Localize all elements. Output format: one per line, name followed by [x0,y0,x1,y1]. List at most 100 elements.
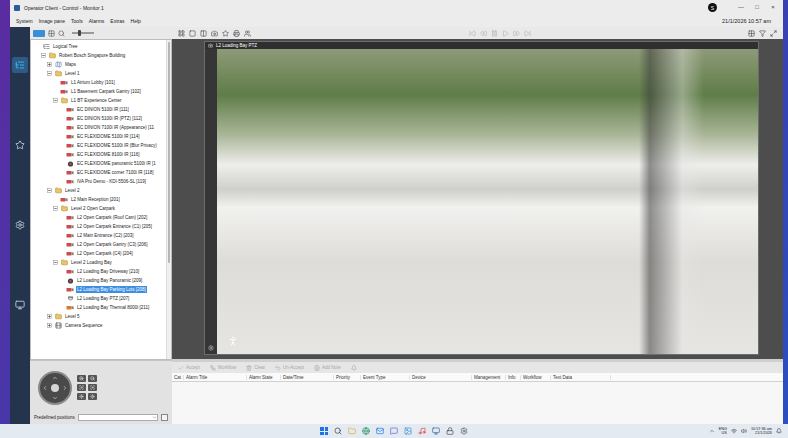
tree-row[interactable]: Maps [31,60,166,69]
collapse-icon[interactable] [41,53,46,58]
tile-settings-icon[interactable] [208,345,214,351]
tree-label[interactable]: EC DINION 7100i IR (Appearance) [11 [76,124,155,131]
preset-button[interactable] [161,414,168,421]
expand-icon[interactable] [47,323,52,328]
window-control[interactable]: × [767,4,779,11]
tree-row[interactable]: L2 Open Carpark (Roof Cam) [202] [31,213,166,222]
tree-row[interactable]: Robert Bosch Singapore Building [31,51,166,60]
tree-row[interactable]: Camera Sequence [31,321,166,330]
tree-label[interactable]: L2 Open Carpark Gantry (C3) [206] [76,241,149,248]
tree-label[interactable]: Level 1 [64,70,81,77]
tree-label[interactable]: L2 Open Carpark Entrance (C1) [205] [76,223,153,230]
tree-row[interactable]: Level 1 [31,69,166,78]
left-arrow-icon[interactable] [42,385,48,391]
tree-label[interactable]: L1 Atrium Lobby [101] [70,79,116,86]
taskbar-app[interactable] [432,427,440,435]
wifi-icon[interactable] [731,428,737,434]
focus-button[interactable] [77,384,86,391]
tree-label[interactable]: Level 2 [64,187,81,194]
tree-label[interactable]: Level 2 Loading Bay [70,259,113,266]
taskbar-app[interactable] [348,427,356,435]
tree-row[interactable]: L2 Loading Bay Parking Lots [208] [31,285,166,294]
alarm-action-button[interactable]: Add Note [314,365,341,371]
taskbar-app[interactable] [390,427,398,435]
tree-row[interactable]: EC DINION 7100i IR (Appearance) [11 [31,123,166,132]
taskbar-app[interactable] [460,427,468,435]
windows-start-icon[interactable] [320,427,328,435]
fullscreen-icon[interactable] [770,30,777,37]
grid-icon[interactable] [748,30,755,37]
taskbar-app[interactable] [418,427,426,435]
bell-icon[interactable] [351,365,357,371]
tree-label[interactable]: L2 Loading Bay Parking Lots [208] [76,286,147,293]
tree-row[interactable]: Level 2 Loading Bay [31,258,166,267]
tree-row[interactable]: L2 Loading Bay Thermal 8000i [211] [31,303,166,312]
taskbar-app[interactable] [334,427,342,435]
column-header[interactable]: Alarm State [247,375,281,380]
tree-label[interactable]: L2 Open Carpark (C4) [204] [76,250,134,257]
tree-row[interactable]: EC DINION 5100i IR [111] [31,105,166,114]
two-pane-icon[interactable] [200,30,207,37]
column-header[interactable]: Management [472,375,506,380]
tree-row[interactable]: Level 2 Open Carpark [31,204,166,213]
tree-label[interactable]: Camera Sequence [64,322,104,329]
tree-label[interactable]: L2 Loading Bay Driveway [210] [76,268,140,275]
column-header[interactable]: Date/Time [281,375,334,380]
tray-overflow-icon[interactable] [709,428,715,434]
right-arrow-icon[interactable] [62,385,68,391]
zoom-out-button[interactable] [88,375,97,382]
expand-icon[interactable] [47,314,52,319]
preset-select[interactable] [78,414,158,421]
alarm-action-button[interactable]: Workflow [210,365,236,371]
tree-zoom-slider[interactable] [72,32,94,34]
tree-label[interactable]: Logical Tree [52,43,79,50]
tree-row[interactable]: L2 Open Carpark Entrance (C1) [205] [31,222,166,231]
window-control[interactable]: □ [751,4,763,11]
menu-item[interactable]: System [16,18,33,24]
taskbar-app[interactable] [446,427,454,435]
tree-row[interactable]: L2 Main Reception [201] [31,195,166,204]
menu-item[interactable]: Help [131,18,141,24]
tree-row[interactable]: EC FLEXIDOME 5100i IR (Blur Privacy) [31,141,166,150]
tree-label[interactable]: EC FLEXIDOME 8100i IR [116] [76,151,140,158]
taskbar-app[interactable] [404,427,412,435]
tree-row[interactable]: Level 5 [31,312,166,321]
tree-row[interactable]: L1 Basement Carpark Gantry [102] [31,87,166,96]
collapse-icon[interactable] [53,260,58,265]
zoom-in-button[interactable] [77,375,86,382]
tree-row[interactable]: EC DINION 5100i IR (PTZ) [112] [31,114,166,123]
clock[interactable]: 10:57:36 am21/1/2026 [751,427,772,436]
joystick-knob[interactable] [51,384,59,392]
tree-row[interactable]: IVA Pro Demo - KDI-5506-SL [119] [31,177,166,186]
tree-row[interactable]: L2 Loading Bay Driveway [210] [31,267,166,276]
column-header[interactable]: Alarm Title [184,375,247,380]
tree-label[interactable]: L2 Loading Bay Thermal 8000i [211] [76,304,150,311]
column-header[interactable]: Priority [334,375,361,380]
tree-label[interactable]: Maps [64,61,77,68]
nav-item[interactable] [12,217,28,233]
filter-icon[interactable] [759,30,766,37]
scroll-thumb[interactable] [168,42,170,263]
window-control[interactable]: — [735,4,747,11]
collapse-icon[interactable] [47,71,52,76]
user-avatar[interactable]: S [708,3,717,12]
tree-row[interactable]: EC FLEXIDOME corner 7100i IR [118] [31,168,166,177]
volume-icon[interactable] [741,428,747,434]
tree-row[interactable]: L2 Loading Bay Panoramic [209] [31,276,166,285]
alarm-action-button[interactable]: Clear [246,365,265,371]
column-header[interactable]: Info [506,375,521,380]
collapse-icon[interactable] [53,206,58,211]
menu-item[interactable]: Image pane [39,18,65,24]
column-header[interactable]: Device [410,375,472,380]
favorite-icon[interactable] [222,30,229,37]
tree-label[interactable]: L2 Main Entrance (C2) [203] [76,232,135,239]
tree-label[interactable]: EC FLEXIDOME corner 7100i IR [118] [76,169,154,176]
tree-row[interactable]: L1 Atrium Lobby [101] [31,78,166,87]
iris-button[interactable] [77,393,86,400]
iris-button[interactable] [88,393,97,400]
column-header[interactable]: Text Data [551,375,611,380]
print-icon[interactable] [233,30,240,37]
tree-row[interactable]: Logical Tree [31,42,166,51]
tree-row[interactable]: EC FLEXIDOME 8100i IR [116] [31,150,166,159]
tree-label[interactable]: L1 BT Experience Center [70,97,122,104]
